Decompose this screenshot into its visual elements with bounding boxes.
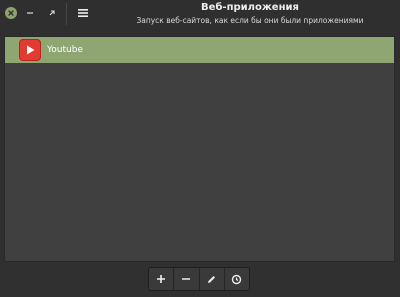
minimize-button[interactable] bbox=[22, 4, 38, 22]
list-item-youtube[interactable]: Youtube bbox=[5, 37, 394, 63]
maximize-button[interactable] bbox=[44, 4, 60, 22]
maximize-icon bbox=[49, 9, 55, 15]
remove-icon bbox=[182, 278, 191, 280]
launch-button[interactable] bbox=[224, 268, 249, 290]
app-name: Youtube bbox=[47, 45, 83, 55]
add-button[interactable] bbox=[149, 268, 175, 290]
remove-button[interactable] bbox=[174, 268, 200, 290]
action-button-group bbox=[148, 267, 250, 291]
launch-icon bbox=[232, 274, 242, 284]
edit-button[interactable] bbox=[199, 268, 225, 290]
window-title: Веб-приложения bbox=[201, 2, 299, 13]
bottom-toolbar bbox=[0, 263, 400, 297]
minimize-icon bbox=[27, 12, 33, 14]
close-button[interactable] bbox=[5, 7, 17, 19]
window-subtitle: Запуск веб-сайтов, как если бы они были … bbox=[136, 16, 364, 25]
close-icon bbox=[8, 10, 14, 16]
web-app-list[interactable]: Youtube bbox=[4, 36, 395, 262]
hamburger-menu-icon bbox=[78, 9, 88, 17]
add-icon bbox=[157, 275, 166, 283]
window-title-block: Веб-приложения Запуск веб-сайтов, как ес… bbox=[100, 2, 400, 26]
youtube-icon bbox=[19, 39, 41, 61]
title-separator bbox=[66, 3, 67, 25]
title-bar: Веб-приложения Запуск веб-сайтов, как ес… bbox=[0, 0, 400, 30]
edit-icon bbox=[208, 275, 216, 283]
menu-button[interactable] bbox=[74, 4, 92, 22]
